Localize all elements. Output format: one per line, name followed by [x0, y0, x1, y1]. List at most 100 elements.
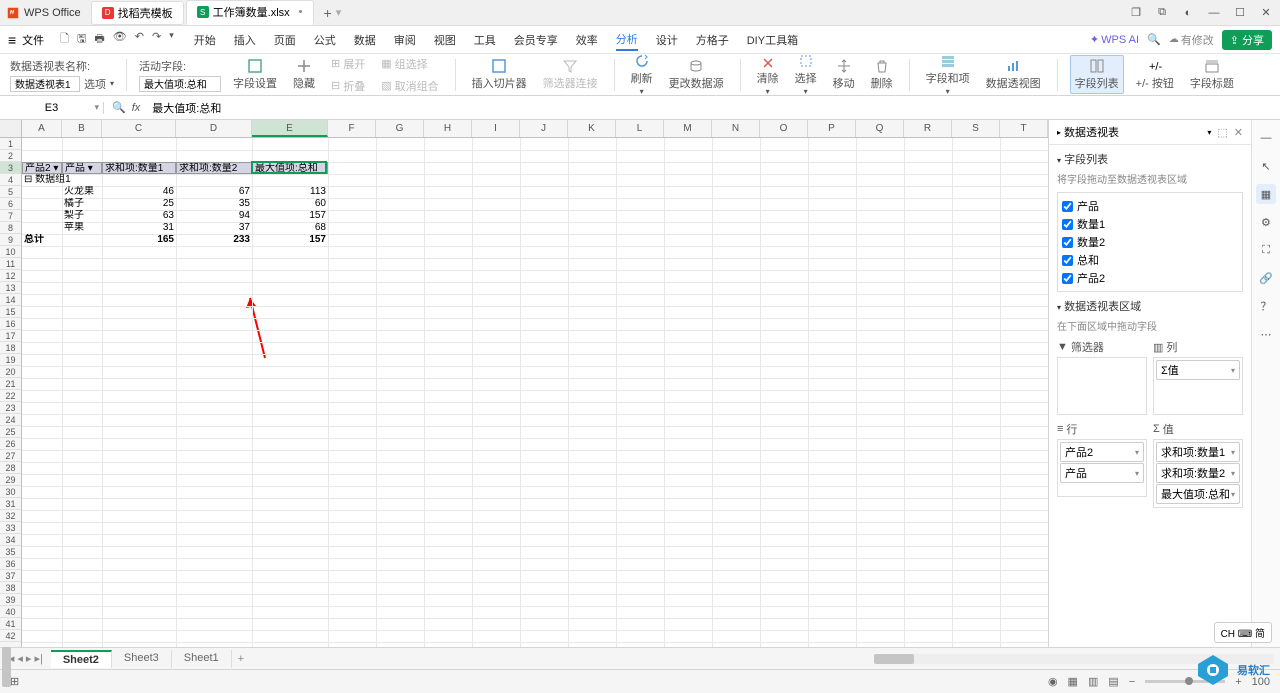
plus-minus-button[interactable]: +/-+/- 按钮 [1132, 56, 1178, 93]
row-header[interactable]: 3 [0, 162, 21, 174]
cell[interactable]: 67 [176, 186, 252, 198]
menu-数据[interactable]: 数据 [354, 30, 376, 50]
delete-button[interactable]: 删除 [867, 56, 897, 93]
row-header[interactable]: 7 [0, 210, 21, 222]
help-side-icon[interactable]: ？ [1256, 296, 1276, 316]
last-sheet-icon[interactable]: ▸| [34, 652, 42, 665]
search-fn-icon[interactable]: 🔍 [112, 101, 126, 114]
cell[interactable]: 产品 ▾ [62, 162, 102, 174]
select-all-corner[interactable] [0, 120, 22, 137]
cell[interactable]: 157 [252, 210, 328, 222]
row-header[interactable]: 13 [0, 282, 21, 294]
cell[interactable]: 31 [102, 222, 176, 234]
cell[interactable]: 37 [176, 222, 252, 234]
row-header[interactable]: 28 [0, 462, 21, 474]
col-header[interactable]: B [62, 120, 102, 137]
pin-icon[interactable]: ⬚ [1217, 126, 1227, 139]
row-area[interactable]: 产品2▾产品▾ [1057, 439, 1147, 497]
eye-icon[interactable]: ◉ [1048, 675, 1058, 688]
row-header[interactable]: 16 [0, 318, 21, 330]
row-header[interactable]: 19 [0, 354, 21, 366]
field-items-button[interactable]: 字段和项▾ [922, 51, 974, 98]
cell[interactable]: 233 [176, 234, 252, 246]
row-header[interactable]: 6 [0, 198, 21, 210]
filter-area[interactable] [1057, 357, 1147, 415]
col-header[interactable]: I [472, 120, 520, 137]
row-header[interactable]: 12 [0, 270, 21, 282]
cell[interactable]: 总计 [22, 234, 62, 246]
row-header[interactable]: 40 [0, 606, 21, 618]
insert-slicer-button[interactable]: 插入切片器 [468, 56, 531, 93]
hide-button[interactable]: 隐藏 [289, 56, 319, 93]
menu-插入[interactable]: 插入 [234, 30, 256, 50]
tab-close-icon[interactable]: • [299, 6, 303, 18]
cell[interactable]: 25 [102, 198, 176, 210]
file-tab-template[interactable]: D 找稻壳模板 [91, 1, 184, 25]
fx-icon[interactable]: fx [132, 102, 141, 114]
cell[interactable]: 165 [102, 234, 176, 246]
cell[interactable]: 157 [252, 234, 328, 246]
col-header[interactable]: H [424, 120, 472, 137]
prev-sheet-icon[interactable]: ◂ [17, 652, 23, 665]
cell[interactable]: 35 [176, 198, 252, 210]
col-header[interactable]: N [712, 120, 760, 137]
row-header[interactable]: 17 [0, 330, 21, 342]
row-header[interactable]: 25 [0, 426, 21, 438]
row-header[interactable]: 2 [0, 150, 21, 162]
field-item[interactable]: 数量1 [1062, 215, 1238, 233]
window-restore-icon[interactable]: ❐ [1128, 5, 1144, 21]
field-checkbox[interactable] [1062, 201, 1073, 212]
col-header[interactable]: L [616, 120, 664, 137]
new-icon[interactable]: 🗋 [60, 30, 69, 49]
cell[interactable]: 63 [102, 210, 176, 222]
cell[interactable]: 苹果 [62, 222, 102, 234]
row-header[interactable]: 8 [0, 222, 21, 234]
column-area[interactable]: Σ值▾ [1153, 357, 1243, 415]
pivot-chart-button[interactable]: 数据透视图 [982, 56, 1045, 93]
row-header[interactable]: 11 [0, 258, 21, 270]
print-icon[interactable]: 🖶 [94, 30, 104, 49]
select-button[interactable]: 选择▾ [791, 51, 821, 98]
more-side-icon[interactable]: ⋯ [1256, 324, 1276, 344]
col-header[interactable]: D [176, 120, 252, 137]
pivot-name-input[interactable] [10, 76, 80, 92]
refresh-button[interactable]: 刷新▾ [627, 51, 657, 98]
row-header[interactable]: 39 [0, 594, 21, 606]
col-header[interactable]: E [252, 120, 328, 137]
area-item[interactable]: 最大值项:总和▾ [1156, 484, 1240, 504]
cell[interactable]: 橘子 [62, 198, 102, 210]
search-icon[interactable]: 🔍 [1147, 33, 1161, 46]
field-checkbox[interactable] [1062, 255, 1073, 266]
file-menu[interactable]: 文件 [22, 32, 44, 48]
settings-side-icon[interactable]: ⚙ [1256, 212, 1276, 232]
panel-close-icon[interactable]: ✕ [1234, 126, 1243, 139]
area-item[interactable]: 求和项:数量2▾ [1156, 463, 1240, 483]
row-header[interactable]: 26 [0, 438, 21, 450]
col-header[interactable]: T [1000, 120, 1048, 137]
field-item[interactable]: 产品2 [1062, 269, 1238, 287]
collapse-panel-icon[interactable]: — [1256, 128, 1276, 148]
maximize-icon[interactable]: ☐ [1232, 5, 1248, 21]
value-area[interactable]: 求和项:数量1▾求和项:数量2▾最大值项:总和▾ [1153, 439, 1243, 508]
zoom-out-icon[interactable]: − [1129, 676, 1135, 688]
row-header[interactable]: 24 [0, 414, 21, 426]
preview-icon[interactable]: 👁 [113, 30, 127, 49]
row-header[interactable]: 34 [0, 534, 21, 546]
user-icon[interactable]: ◐ [1180, 5, 1196, 21]
active-field-input[interactable] [139, 76, 221, 92]
col-header[interactable]: Q [856, 120, 904, 137]
cell[interactable]: 求和项:数量2 [176, 162, 252, 174]
row-header[interactable]: 31 [0, 498, 21, 510]
area-item[interactable]: 产品2▾ [1060, 442, 1144, 462]
options-button[interactable]: 选项 [84, 76, 106, 92]
row-header[interactable]: 10 [0, 246, 21, 258]
share-button[interactable]: ⇪ 分享 [1222, 30, 1272, 50]
menu-审阅[interactable]: 审阅 [394, 30, 416, 50]
next-sheet-icon[interactable]: ▸ [26, 652, 32, 665]
row-header[interactable]: 42 [0, 630, 21, 642]
menu-DIY工具箱[interactable]: DIY工具箱 [747, 30, 798, 50]
cell[interactable]: ⊟ 数据组1 [22, 174, 142, 186]
row-header[interactable]: 38 [0, 582, 21, 594]
field-checkbox[interactable] [1062, 219, 1073, 230]
close-icon[interactable]: ✕ [1258, 5, 1274, 21]
